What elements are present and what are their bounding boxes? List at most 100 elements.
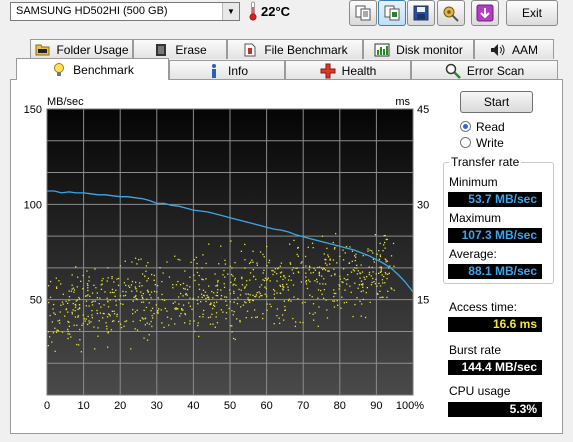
access-time-point [89,295,91,297]
down-arrow-button[interactable] [471,0,499,26]
access-time-point [55,286,58,288]
access-time-point [150,291,153,293]
access-time-point [88,280,90,282]
access-time-point [366,276,368,278]
access-time-point [155,304,157,306]
access-time-point [297,247,299,249]
access-time-point [347,274,349,276]
access-time-point [87,284,89,287]
access-time-point [259,251,262,253]
access-time-point [381,296,383,298]
access-time-point [384,271,387,274]
drive-select[interactable]: SAMSUNG HD502HI (500 GB) ▼ [10,2,240,21]
exit-button[interactable]: Exit [506,0,558,26]
copy-screenshot-button[interactable] [378,0,406,26]
access-time-point [147,277,149,280]
tab-file-benchmark[interactable]: File Benchmark [227,39,363,59]
access-time-point [317,297,319,299]
access-time-point [309,265,311,267]
access-time-point [218,263,220,265]
tab-error-scan[interactable]: Error Scan [411,60,558,80]
access-time-point [180,312,182,315]
access-time-point [254,296,256,298]
access-time-point [333,306,336,308]
tab-folder-usage[interactable]: Folder Usage [30,39,133,59]
access-time-point [259,292,261,295]
access-time-point [361,303,363,305]
access-time-point [189,276,191,278]
access-time-point [330,275,333,277]
tab-info-label: Info [227,63,248,78]
access-time-point [327,270,329,272]
options-button[interactable] [437,0,465,26]
access-time-point [107,277,109,279]
access-time-point [113,310,115,312]
access-time-point [278,317,280,319]
access-time-point [343,302,345,304]
access-time-point [223,286,226,288]
access-time-point [256,316,258,318]
access-time-point [385,261,387,263]
access-time-point [122,303,124,305]
access-time-point [244,286,246,288]
access-time-point [146,298,148,300]
access-time-point [136,309,138,311]
access-time-point [348,262,350,264]
access-time-point [52,332,55,334]
access-time-point [116,278,118,280]
access-time-point [308,269,310,271]
chevron-down-icon[interactable]: ▼ [222,3,239,20]
access-time-point [51,321,53,323]
access-time-point [362,286,364,288]
access-time-point [201,296,203,298]
burst-rate-value: 144.4 MB/sec [448,360,542,375]
access-time-point [166,310,168,312]
tab-disk-monitor-label: Disk monitor [396,42,463,57]
access-time-point [178,296,180,298]
access-time-point [131,290,133,292]
access-time-point [282,284,284,286]
access-time-point [224,259,226,261]
access-time-point [86,270,88,272]
copy-text-button[interactable] [349,0,377,26]
transfer-rate-title: Transfer rate [449,155,522,169]
access-time-point [161,281,163,283]
access-time-point [82,322,84,325]
read-radio[interactable] [460,121,471,132]
access-time-point [94,268,96,270]
access-time-point [246,310,249,312]
access-time-point [207,316,210,319]
access-time-point [109,315,111,317]
access-time-point [91,310,93,312]
access-time-point [244,243,246,246]
access-time-point [130,348,132,350]
erase-icon [153,42,169,58]
save-button[interactable] [407,0,435,26]
tab-aam[interactable]: AAM [474,39,554,59]
tab-disk-monitor[interactable]: Disk monitor [363,39,474,59]
access-time-point [309,294,311,296]
start-button[interactable]: Start [460,91,533,113]
tab-health[interactable]: Health [285,60,411,80]
tab-benchmark[interactable]: Benchmark [16,58,169,80]
access-time-point [239,319,241,322]
access-time-point [261,294,263,297]
access-time-point [274,271,276,273]
tab-info[interactable]: Info [169,60,285,80]
access-time-point [325,299,327,301]
access-time-point [182,295,184,297]
access-time-point [161,322,163,324]
access-time-point [354,255,356,257]
access-time-point [198,274,200,277]
access-time-point [287,279,290,281]
access-time-point [124,260,126,262]
access-time-point [266,278,268,281]
access-time-point [283,300,285,302]
x-tick-label: 100% [396,400,424,412]
access-time-point [386,277,388,280]
access-time-point [135,281,137,283]
write-radio[interactable] [460,137,471,148]
access-time-point [334,274,336,276]
tab-erase[interactable]: Erase [133,39,227,59]
access-time-point [186,294,188,296]
